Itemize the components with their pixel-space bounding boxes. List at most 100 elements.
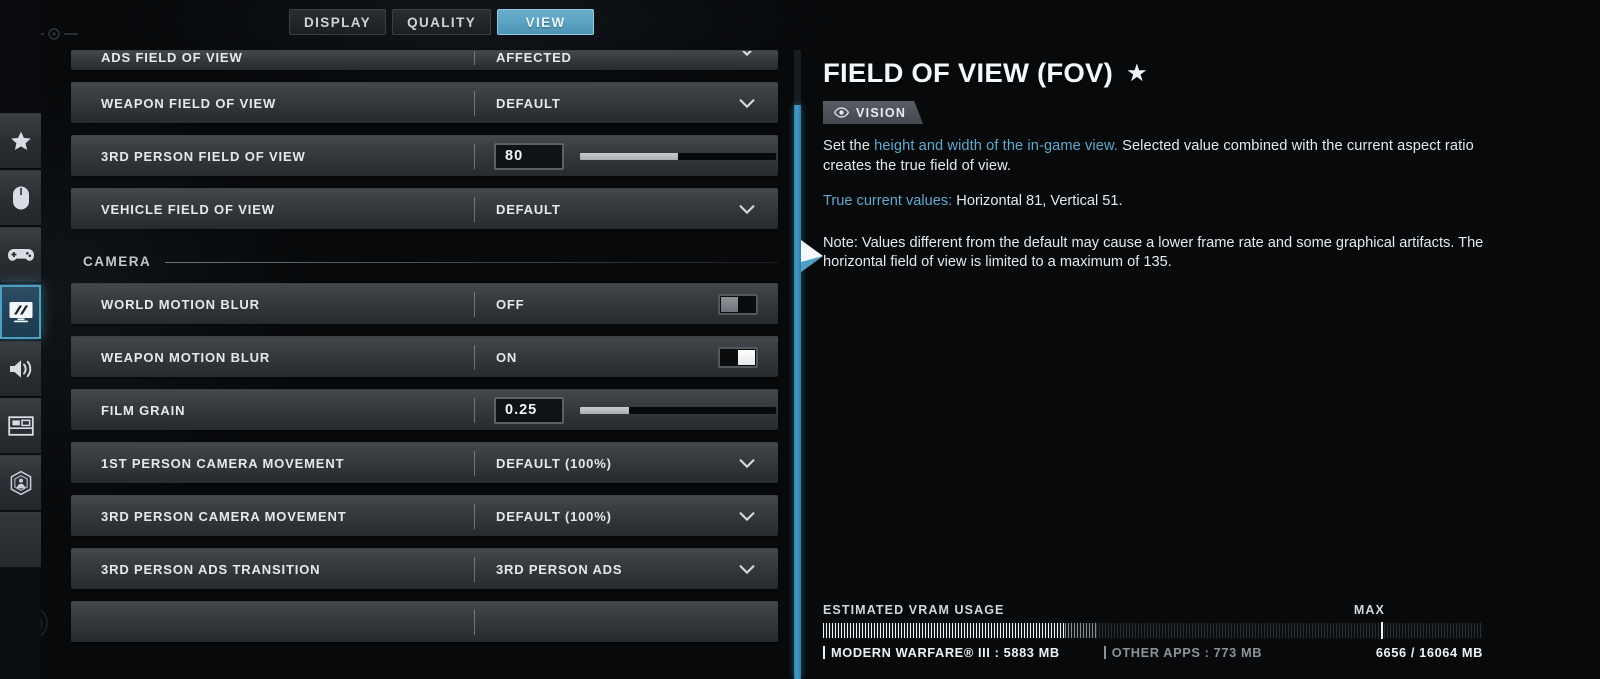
vram-fill-other	[1064, 623, 1097, 638]
sidebar-item-favorites[interactable]	[0, 113, 41, 168]
setting-label: VEHICLE FIELD OF VIEW	[101, 201, 275, 217]
setting-row-weapon-field-of-view[interactable]: WEAPON FIELD OF VIEW DEFAULT	[71, 82, 778, 123]
setting-value: 3RD PERSON ADS	[496, 561, 623, 577]
section-header-camera: CAMERA	[71, 241, 778, 282]
setting-label: WEAPON MOTION BLUR	[101, 349, 271, 365]
account-icon	[10, 470, 31, 496]
gamepad-icon	[7, 249, 34, 261]
favorite-star-icon[interactable]: ★	[1127, 61, 1146, 86]
info-title-row: FIELD OF VIEW (FOV) ★	[823, 58, 1517, 89]
setting-label: 3RD PERSON FIELD OF VIEW	[101, 148, 306, 164]
chevron-down-icon[interactable]	[736, 558, 758, 580]
legend-game-label: MODERN WARFARE® III : 5883 MB	[831, 645, 1060, 660]
weapon-motion-blur-toggle[interactable]	[718, 346, 758, 368]
row-control[interactable]	[736, 198, 778, 220]
sidebar-item-mouse-keyboard[interactable]	[0, 170, 41, 225]
setting-row-3rd-person-field-of-view[interactable]: 3RD PERSON FIELD OF VIEW 80	[71, 135, 778, 176]
toggle-knob	[738, 349, 755, 365]
sidebar-item-interface[interactable]	[0, 398, 41, 453]
setting-value: DEFAULT	[496, 95, 561, 111]
setting-row-ads-field-of-view[interactable]: ADS FIELD OF VIEW AFFECTED	[71, 50, 778, 70]
vram-max-label: MAX	[1353, 603, 1385, 617]
scrollbar-thumb[interactable]	[794, 105, 801, 679]
chevron-down-icon[interactable]	[736, 50, 758, 62]
film-grain-value-input[interactable]: 0.25	[494, 396, 564, 424]
setting-row-1st-person-camera-movement[interactable]: 1ST PERSON CAMERA MOVEMENT DEFAULT (100%…	[71, 442, 778, 483]
star-icon	[10, 131, 31, 150]
eye-icon	[834, 107, 849, 118]
setting-value: DEFAULT (100%)	[496, 508, 612, 524]
tab-quality[interactable]: QUALITY	[392, 9, 492, 35]
legend-game: MODERN WARFARE® III : 5883 MB	[823, 645, 1060, 660]
row-control[interactable]	[736, 452, 778, 474]
setting-value: ON	[496, 349, 518, 365]
setting-row-3rd-person-camera-movement[interactable]: 3RD PERSON CAMERA MOVEMENT DEFAULT (100%…	[71, 495, 778, 536]
vram-max-tick	[1380, 622, 1383, 639]
sidebar-item-audio[interactable]	[0, 341, 41, 396]
settings-list[interactable]: ADS FIELD OF VIEW AFFECTED WEAPON FIELD …	[71, 50, 778, 679]
legend-tick-icon	[823, 646, 825, 659]
row-divider	[474, 91, 475, 116]
setting-label: ADS FIELD OF VIEW	[101, 50, 243, 65]
setting-value: DEFAULT (100%)	[496, 455, 612, 471]
setting-row-3rd-person-ads-transition[interactable]: 3RD PERSON ADS TRANSITION 3RD PERSON ADS	[71, 548, 778, 589]
info-panel: FIELD OF VIEW (FOV) ★ VISION Set the hei…	[823, 58, 1503, 273]
chevron-down-icon[interactable]	[736, 452, 758, 474]
fov-slider[interactable]	[580, 152, 776, 160]
row-divider	[474, 197, 475, 222]
chevron-down-icon[interactable]	[736, 198, 758, 220]
selection-pointer-icon	[801, 240, 823, 272]
world-motion-blur-toggle[interactable]	[718, 293, 758, 315]
setting-label: FILM GRAIN	[101, 402, 186, 418]
interface-icon	[7, 416, 34, 436]
fov-slider-fill	[580, 152, 678, 160]
row-control[interactable]	[718, 293, 778, 315]
vram-total-label: 6656 / 16064 MB	[1375, 645, 1483, 660]
setting-label: 1ST PERSON CAMERA MOVEMENT	[101, 455, 345, 471]
tab-display[interactable]: DISPLAY	[289, 9, 387, 35]
fov-value-input[interactable]: 80	[494, 142, 564, 170]
setting-row-vehicle-field-of-view[interactable]: VEHICLE FIELD OF VIEW DEFAULT	[71, 188, 778, 229]
setting-row-weapon-motion-blur[interactable]: WEAPON MOTION BLUR ON	[71, 336, 778, 377]
setting-label: 3RD PERSON ADS TRANSITION	[101, 561, 321, 577]
row-control[interactable]	[736, 92, 778, 114]
setting-row-next-partial[interactable]	[71, 601, 778, 642]
desc-pre: Set the	[823, 138, 875, 154]
row-control[interactable]	[736, 505, 778, 527]
row-divider	[474, 345, 475, 370]
toggle-knob	[721, 296, 738, 312]
vram-legend: MODERN WARFARE® III : 5883 MB OTHER APPS…	[823, 645, 1483, 660]
row-divider	[474, 144, 475, 169]
vram-fill-game	[823, 623, 1065, 638]
section-rule	[165, 262, 778, 263]
legend-other-label: OTHER APPS : 773 MB	[1111, 645, 1263, 660]
chevron-down-icon[interactable]	[736, 92, 758, 114]
setting-row-world-motion-blur[interactable]: WORLD MOTION BLUR OFF	[71, 283, 778, 324]
info-true-values: True current values: Horizontal 81, Vert…	[823, 192, 1503, 212]
speaker-icon	[9, 360, 31, 378]
desc-accent: height and width of the in-game view.	[874, 138, 1118, 154]
sidebar-item-controller[interactable]	[0, 227, 41, 282]
sidebar-item-graphics[interactable]	[0, 284, 41, 339]
setting-value: OFF	[496, 296, 525, 312]
vram-bar	[823, 622, 1483, 639]
badge-label: VISION	[856, 105, 907, 120]
info-description: Set the height and width of the in-game …	[823, 137, 1488, 176]
vram-title: ESTIMATED VRAM USAGE	[823, 603, 1005, 617]
setting-label: WEAPON FIELD OF VIEW	[101, 95, 277, 111]
setting-row-film-grain[interactable]: FILM GRAIN 0.25	[71, 389, 778, 430]
sidebar-item-blank[interactable]	[0, 512, 41, 567]
monitor-icon	[9, 302, 32, 323]
chevron-down-icon[interactable]	[736, 505, 758, 527]
tab-view[interactable]: VIEW	[497, 9, 595, 35]
row-control[interactable]	[718, 346, 778, 368]
row-control[interactable]	[736, 558, 778, 580]
sidebar-item-account[interactable]	[0, 455, 41, 510]
vertical-scrollbar[interactable]	[794, 50, 801, 679]
film-grain-slider[interactable]	[580, 406, 776, 414]
row-control[interactable]	[736, 50, 778, 70]
row-divider	[474, 451, 475, 476]
row-divider	[474, 398, 475, 423]
row-divider	[474, 292, 475, 317]
row-divider	[474, 504, 475, 529]
